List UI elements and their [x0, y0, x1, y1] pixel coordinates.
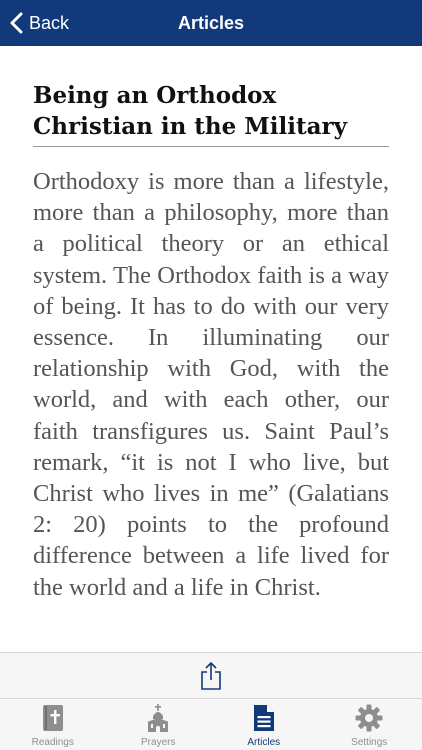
bottom-toolbar — [0, 652, 422, 698]
tab-label: Articles — [247, 737, 281, 748]
tab-label: Prayers — [141, 737, 176, 748]
back-button[interactable]: Back — [10, 0, 69, 46]
document-icon — [250, 703, 278, 733]
chevron-left-icon — [10, 12, 23, 34]
page-title: Articles — [177, 12, 245, 33]
bible-icon — [39, 703, 67, 733]
share-button[interactable] — [191, 656, 231, 696]
tab-label: Readings — [31, 737, 74, 748]
article-title: Being an Orthodox Christian in the Milit… — [33, 80, 389, 147]
article-content[interactable]: Being an Orthodox Christian in the Milit… — [0, 46, 422, 652]
share-icon — [201, 661, 221, 690]
tab-readings[interactable]: Readings — [0, 699, 106, 750]
back-label: Back — [29, 12, 70, 33]
navigation-bar: Back Articles — [0, 0, 422, 46]
church-icon — [144, 703, 172, 733]
tab-label: Settings — [351, 737, 388, 748]
tab-prayers[interactable]: Prayers — [106, 699, 212, 750]
tab-bar: Readings Prayers Articles Settings — [0, 698, 422, 750]
article-body: Orthodoxy is more than a lifestyle, more… — [33, 168, 389, 601]
tab-articles[interactable]: Articles — [211, 699, 317, 750]
gear-icon — [355, 703, 383, 733]
tab-settings[interactable]: Settings — [317, 699, 422, 750]
